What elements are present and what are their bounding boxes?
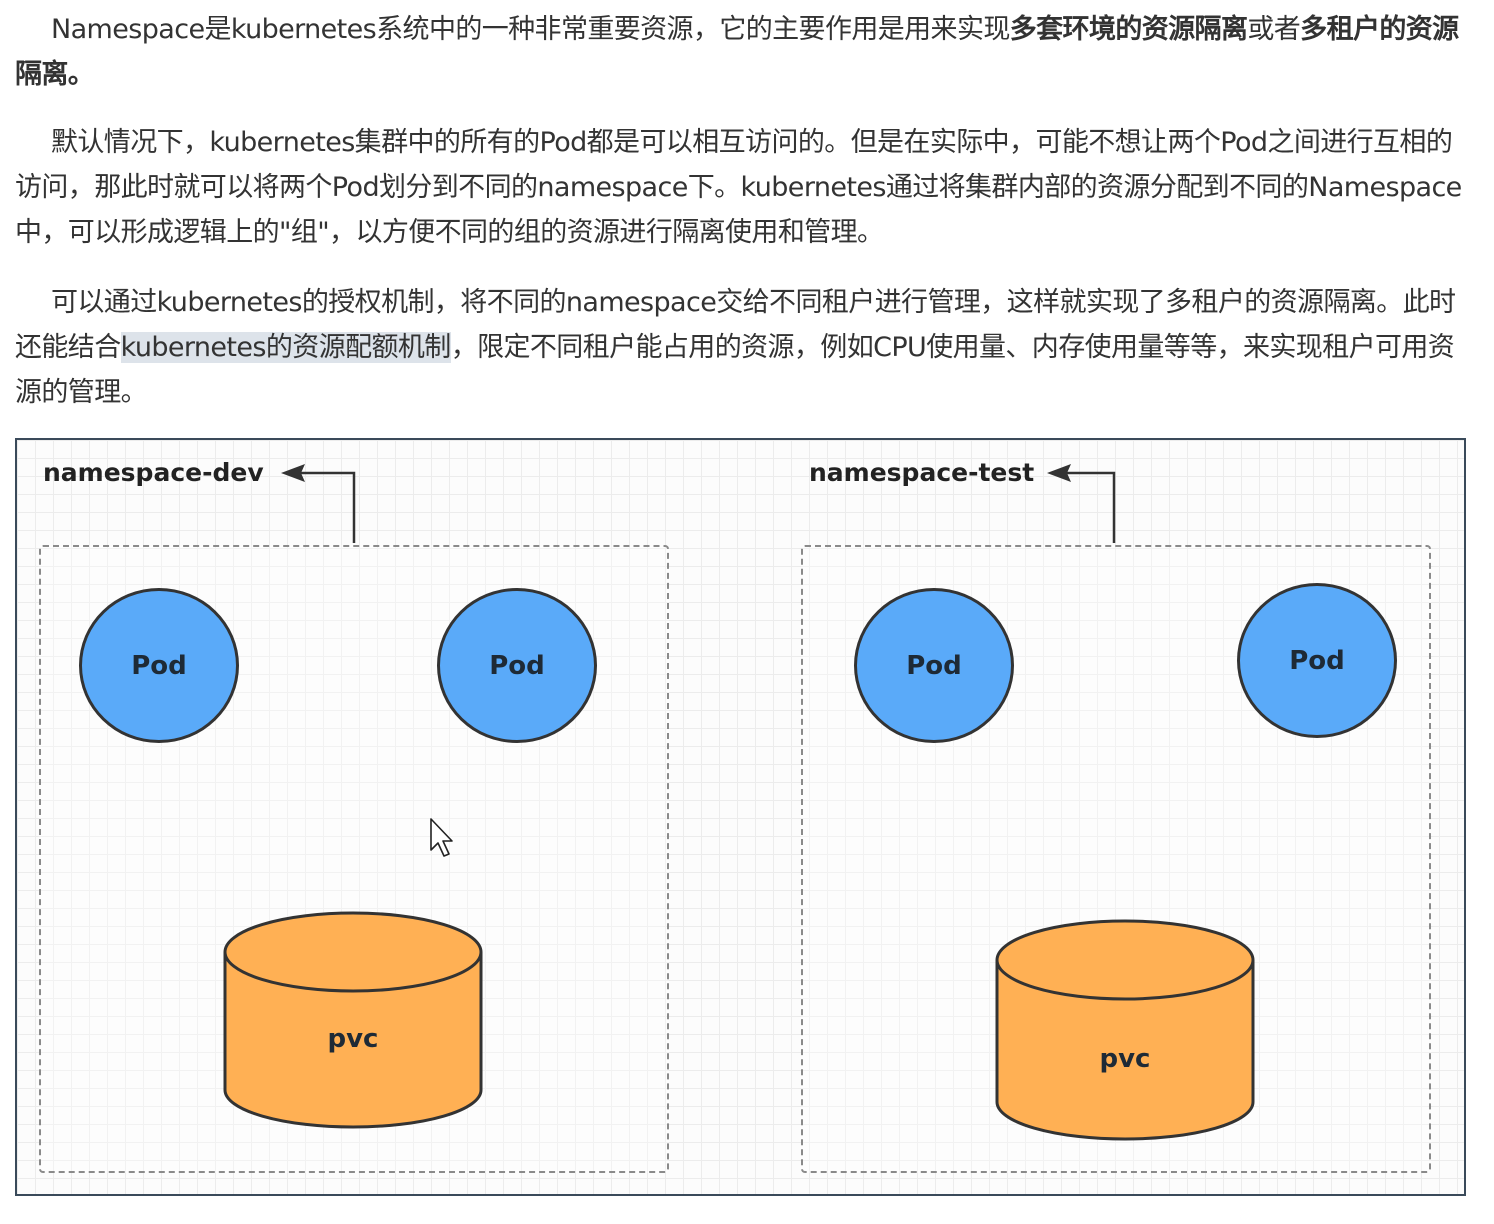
p3-highlight[interactable]: kubernetes的资源配额机制 [120, 332, 451, 363]
paragraph-2: 默认情况下，kubernetes集群中的所有的Pod都是可以相互访问的。但是在实… [15, 120, 1475, 255]
p1-text-b: 或者 [1247, 14, 1301, 45]
p2-text: 默认情况下，kubernetes集群中的所有的Pod都是可以相互访问的。但是在实… [15, 127, 1462, 248]
pvc-test-cylinder [995, 919, 1255, 1141]
mouse-pointer-icon [430, 818, 453, 857]
paragraph-3: 可以通过kubernetes的授权机制，将不同的namespace交给不同租户进… [15, 280, 1475, 415]
arrow-left-icon [1047, 464, 1116, 543]
pvc-dev-label: pvc [327, 1024, 379, 1054]
p1-text-a: Namespace是kubernetes系统中的一种非常重要资源，它的主要作用是… [51, 14, 1010, 45]
pvc-dev-cylinder [223, 911, 483, 1129]
diagram-shapes [223, 464, 1255, 1141]
pvc-test-label: pvc [1099, 1044, 1151, 1074]
namespace-diagram: namespace-dev Pod Pod namespace-test Pod… [15, 438, 1466, 1196]
p1-bold-a: 多套环境的资源隔离 [1009, 14, 1248, 45]
paragraph-1: Namespace是kubernetes系统中的一种非常重要资源，它的主要作用是… [15, 7, 1475, 97]
arrow-left-icon [281, 464, 356, 543]
